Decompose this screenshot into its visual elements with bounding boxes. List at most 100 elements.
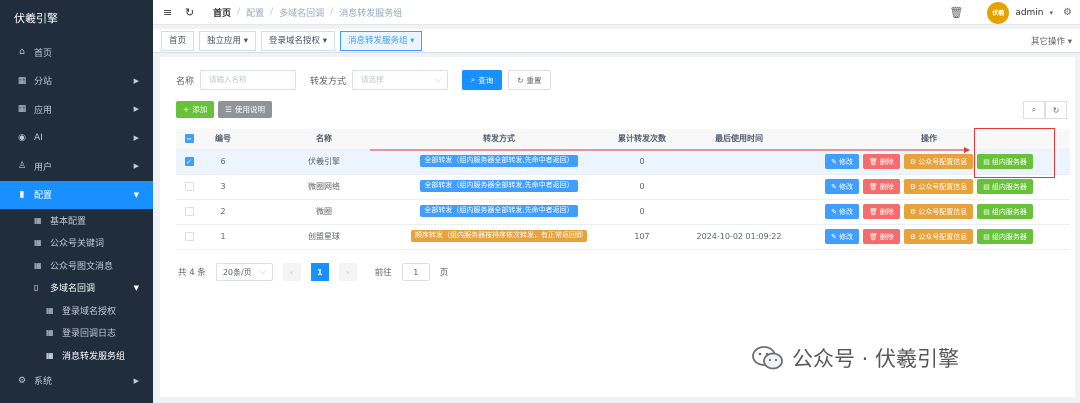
row-actions: ✎ 修改 🗑 删除 ⚙ 公众号配置信息 ▤ 组内服务器 bbox=[788, 179, 1070, 194]
trash-icon[interactable]: 🗑 bbox=[949, 6, 963, 19]
tag-home[interactable]: 首页 bbox=[161, 30, 195, 51]
refresh-icon[interactable]: ↻ bbox=[185, 6, 197, 19]
goto-label: 前往 bbox=[374, 268, 392, 278]
group-server-button-label: 组内服务器 bbox=[991, 157, 1027, 166]
sidebar-item-mp-articles[interactable]: ▦ 公众号图文消息 bbox=[0, 254, 153, 277]
mp-config-button[interactable]: ⚙ 公众号配置信息 bbox=[903, 154, 974, 169]
grid-icon: ▦ bbox=[46, 305, 54, 315]
select-all-checkbox[interactable]: − bbox=[184, 134, 194, 144]
sidebar-item-config[interactable]: ▮ 配置 ▼ bbox=[0, 180, 153, 209]
row-checkbox[interactable] bbox=[184, 207, 194, 216]
query-button[interactable]: ⌕ 查询 bbox=[462, 70, 503, 90]
edit-button[interactable]: ✎ 修改 bbox=[825, 229, 860, 244]
sidebar-item-apps[interactable]: ▦ 应用 ▶ bbox=[0, 95, 153, 124]
trash-icon: 🗑 bbox=[869, 207, 878, 216]
next-page-button[interactable]: › bbox=[338, 263, 357, 281]
column-header: 最后使用时间 bbox=[690, 129, 788, 150]
group-server-button[interactable]: ▤ 组内服务器 bbox=[977, 179, 1033, 194]
trash-icon: 🗑 bbox=[869, 157, 878, 166]
sidebar-item-callback-log[interactable]: ▦ 登录回调日志 bbox=[0, 322, 153, 345]
other-operations-dropdown[interactable]: 其它操作 ▾ bbox=[1031, 35, 1072, 47]
edit-button[interactable]: ✎ 修改 bbox=[825, 179, 860, 194]
group-server-button[interactable]: ▤ 组内服务器 bbox=[977, 204, 1033, 219]
table-row[interactable]: 1 创盟星球 顺序转发（组内服务器按排序依次转发，有正常返回即 107 2024… bbox=[176, 224, 1070, 250]
column-header: 累计转发次数 bbox=[594, 129, 690, 150]
sidebar-item-multi-callback[interactable]: ▯ 多域名回调 ▼ bbox=[0, 276, 153, 299]
hamburger-icon[interactable]: ≡ bbox=[163, 6, 175, 19]
help-button[interactable]: ☰ 使用说明 bbox=[218, 101, 273, 118]
table-row[interactable]: 2 微圈 全部转发（组内服务器全部转发,先命中者返回） 0 ✎ 修改 🗑 删除 ⚙ 公… bbox=[176, 199, 1070, 225]
name-label: 名称 bbox=[176, 76, 195, 87]
row-checkbox[interactable] bbox=[184, 182, 194, 191]
avatar[interactable]: 伏羲 bbox=[987, 1, 1010, 24]
chevron-right-icon: ▶ bbox=[133, 162, 139, 171]
edit-button-label: 修改 bbox=[839, 207, 854, 216]
chevron-down-icon[interactable]: ▾ bbox=[1050, 9, 1054, 17]
reset-button[interactable]: ↻ 重置 bbox=[508, 70, 551, 90]
sidebar-item-home[interactable]: ⌂ 首页 bbox=[0, 38, 153, 67]
breadcrumb-item[interactable]: 首页 bbox=[213, 6, 231, 19]
server-icon: ▤ bbox=[983, 157, 990, 166]
prev-page-button[interactable]: ‹ bbox=[282, 263, 301, 281]
chevron-down-icon: ▼ bbox=[133, 283, 139, 292]
sidebar-item-basic-config[interactable]: ▦ 基本配置 bbox=[0, 209, 153, 232]
page-size-select[interactable]: 20条/页 ⌵ bbox=[215, 263, 273, 281]
grid-icon: ▦ bbox=[34, 238, 42, 248]
group-server-button-label: 组内服务器 bbox=[991, 232, 1027, 241]
delete-button[interactable]: 🗑 删除 bbox=[863, 229, 900, 244]
sidebar-item-system[interactable]: ⚙ 系统 ▶ bbox=[0, 367, 153, 396]
mode-select[interactable]: 请选择 ⌵ bbox=[352, 70, 449, 90]
add-button[interactable]: + 添加 bbox=[176, 101, 215, 118]
grid-icon: ▦ bbox=[46, 328, 54, 338]
wechat-icon bbox=[752, 346, 783, 370]
edit-button[interactable]: ✎ 修改 bbox=[825, 154, 860, 169]
right-toolbar: ⌕ ↻ bbox=[1023, 101, 1067, 119]
mp-config-button[interactable]: ⚙ 公众号配置信息 bbox=[903, 179, 974, 194]
mp-config-button[interactable]: ⚙ 公众号配置信息 bbox=[903, 229, 974, 244]
mode-label: 转发方式 bbox=[310, 76, 347, 87]
sidebar-item-users[interactable]: ♙ 用户 ▶ bbox=[0, 152, 153, 181]
sidebar-item-domain-auth[interactable]: ▦ 登录域名授权 bbox=[0, 299, 153, 322]
sidebar-item-substation[interactable]: ▦ 分站 ▶ bbox=[0, 67, 153, 96]
row-checkbox[interactable] bbox=[184, 232, 194, 241]
column-header: 名称 bbox=[244, 129, 404, 150]
table-row[interactable]: 3 微圈网络 全部转发（组内服务器全部转发,先命中者返回） 0 ✎ 修改 🗑 删除 … bbox=[176, 174, 1070, 200]
sidebar-item-ai[interactable]: ◉ AI ▶ bbox=[0, 124, 153, 153]
pagination: 共 4 条 20条/页 ⌵ ‹ 1 › 前往 1 页 bbox=[178, 263, 448, 281]
cell-name: 微圈网络 bbox=[244, 174, 404, 200]
breadcrumb-separator: / bbox=[237, 7, 241, 17]
user-name[interactable]: admin bbox=[1015, 8, 1043, 18]
gear-icon[interactable]: ⚙ bbox=[1063, 7, 1072, 18]
table-row[interactable]: ✓ 6 伏羲引擎 全部转发（组内服务器全部转发,先命中者返回） 0 ✎ 修改 🗑 删… bbox=[176, 149, 1070, 175]
group-server-button[interactable]: ▤ 组内服务器 bbox=[977, 229, 1033, 244]
edit-button[interactable]: ✎ 修改 bbox=[825, 204, 860, 219]
edit-button-label: 修改 bbox=[839, 232, 854, 241]
tag-standalone-app[interactable]: 独立应用 ▾ bbox=[199, 30, 256, 51]
tag-domain-auth[interactable]: 登录域名授权 ▾ bbox=[261, 30, 335, 51]
edit-icon: ✎ bbox=[831, 182, 838, 191]
name-input[interactable]: 请输入名称 bbox=[200, 70, 297, 90]
book-icon: ▯ bbox=[34, 283, 39, 293]
mp-config-button-label: 公众号配置信息 bbox=[918, 207, 968, 216]
sidebar-item-mp-keywords[interactable]: ▦ 公众号关键词 bbox=[0, 231, 153, 254]
goto-page-input[interactable]: 1 bbox=[401, 263, 430, 281]
trash-icon: 🗑 bbox=[869, 232, 878, 241]
delete-button[interactable]: 🗑 删除 bbox=[863, 179, 900, 194]
breadcrumb-item: 消息转发服务组 bbox=[339, 8, 403, 19]
delete-button[interactable]: 🗑 删除 bbox=[863, 154, 900, 169]
column-header: 操作 bbox=[788, 129, 1070, 150]
group-server-button[interactable]: ▤ 组内服务器 bbox=[977, 154, 1033, 169]
plus-icon: + bbox=[183, 105, 190, 114]
delete-button-label: 删除 bbox=[879, 182, 894, 191]
search-toggle-icon[interactable]: ⌕ bbox=[1023, 101, 1045, 119]
row-checkbox[interactable]: ✓ bbox=[184, 157, 194, 166]
mp-config-button[interactable]: ⚙ 公众号配置信息 bbox=[903, 204, 974, 219]
home-icon: ⌂ bbox=[19, 47, 25, 58]
page-number[interactable]: 1 bbox=[310, 263, 329, 281]
tag-forward-group[interactable]: 消息转发服务组 ▾ bbox=[339, 30, 423, 51]
sidebar-item-forward-group[interactable]: ▦ 消息转发服务组 bbox=[0, 344, 153, 367]
gear-icon: ⚙ bbox=[909, 182, 917, 191]
delete-button[interactable]: 🗑 删除 bbox=[863, 204, 900, 219]
row-actions: ✎ 修改 🗑 删除 ⚙ 公众号配置信息 ▤ 组内服务器 bbox=[788, 204, 1070, 219]
refresh-icon[interactable]: ↻ bbox=[1045, 101, 1067, 119]
